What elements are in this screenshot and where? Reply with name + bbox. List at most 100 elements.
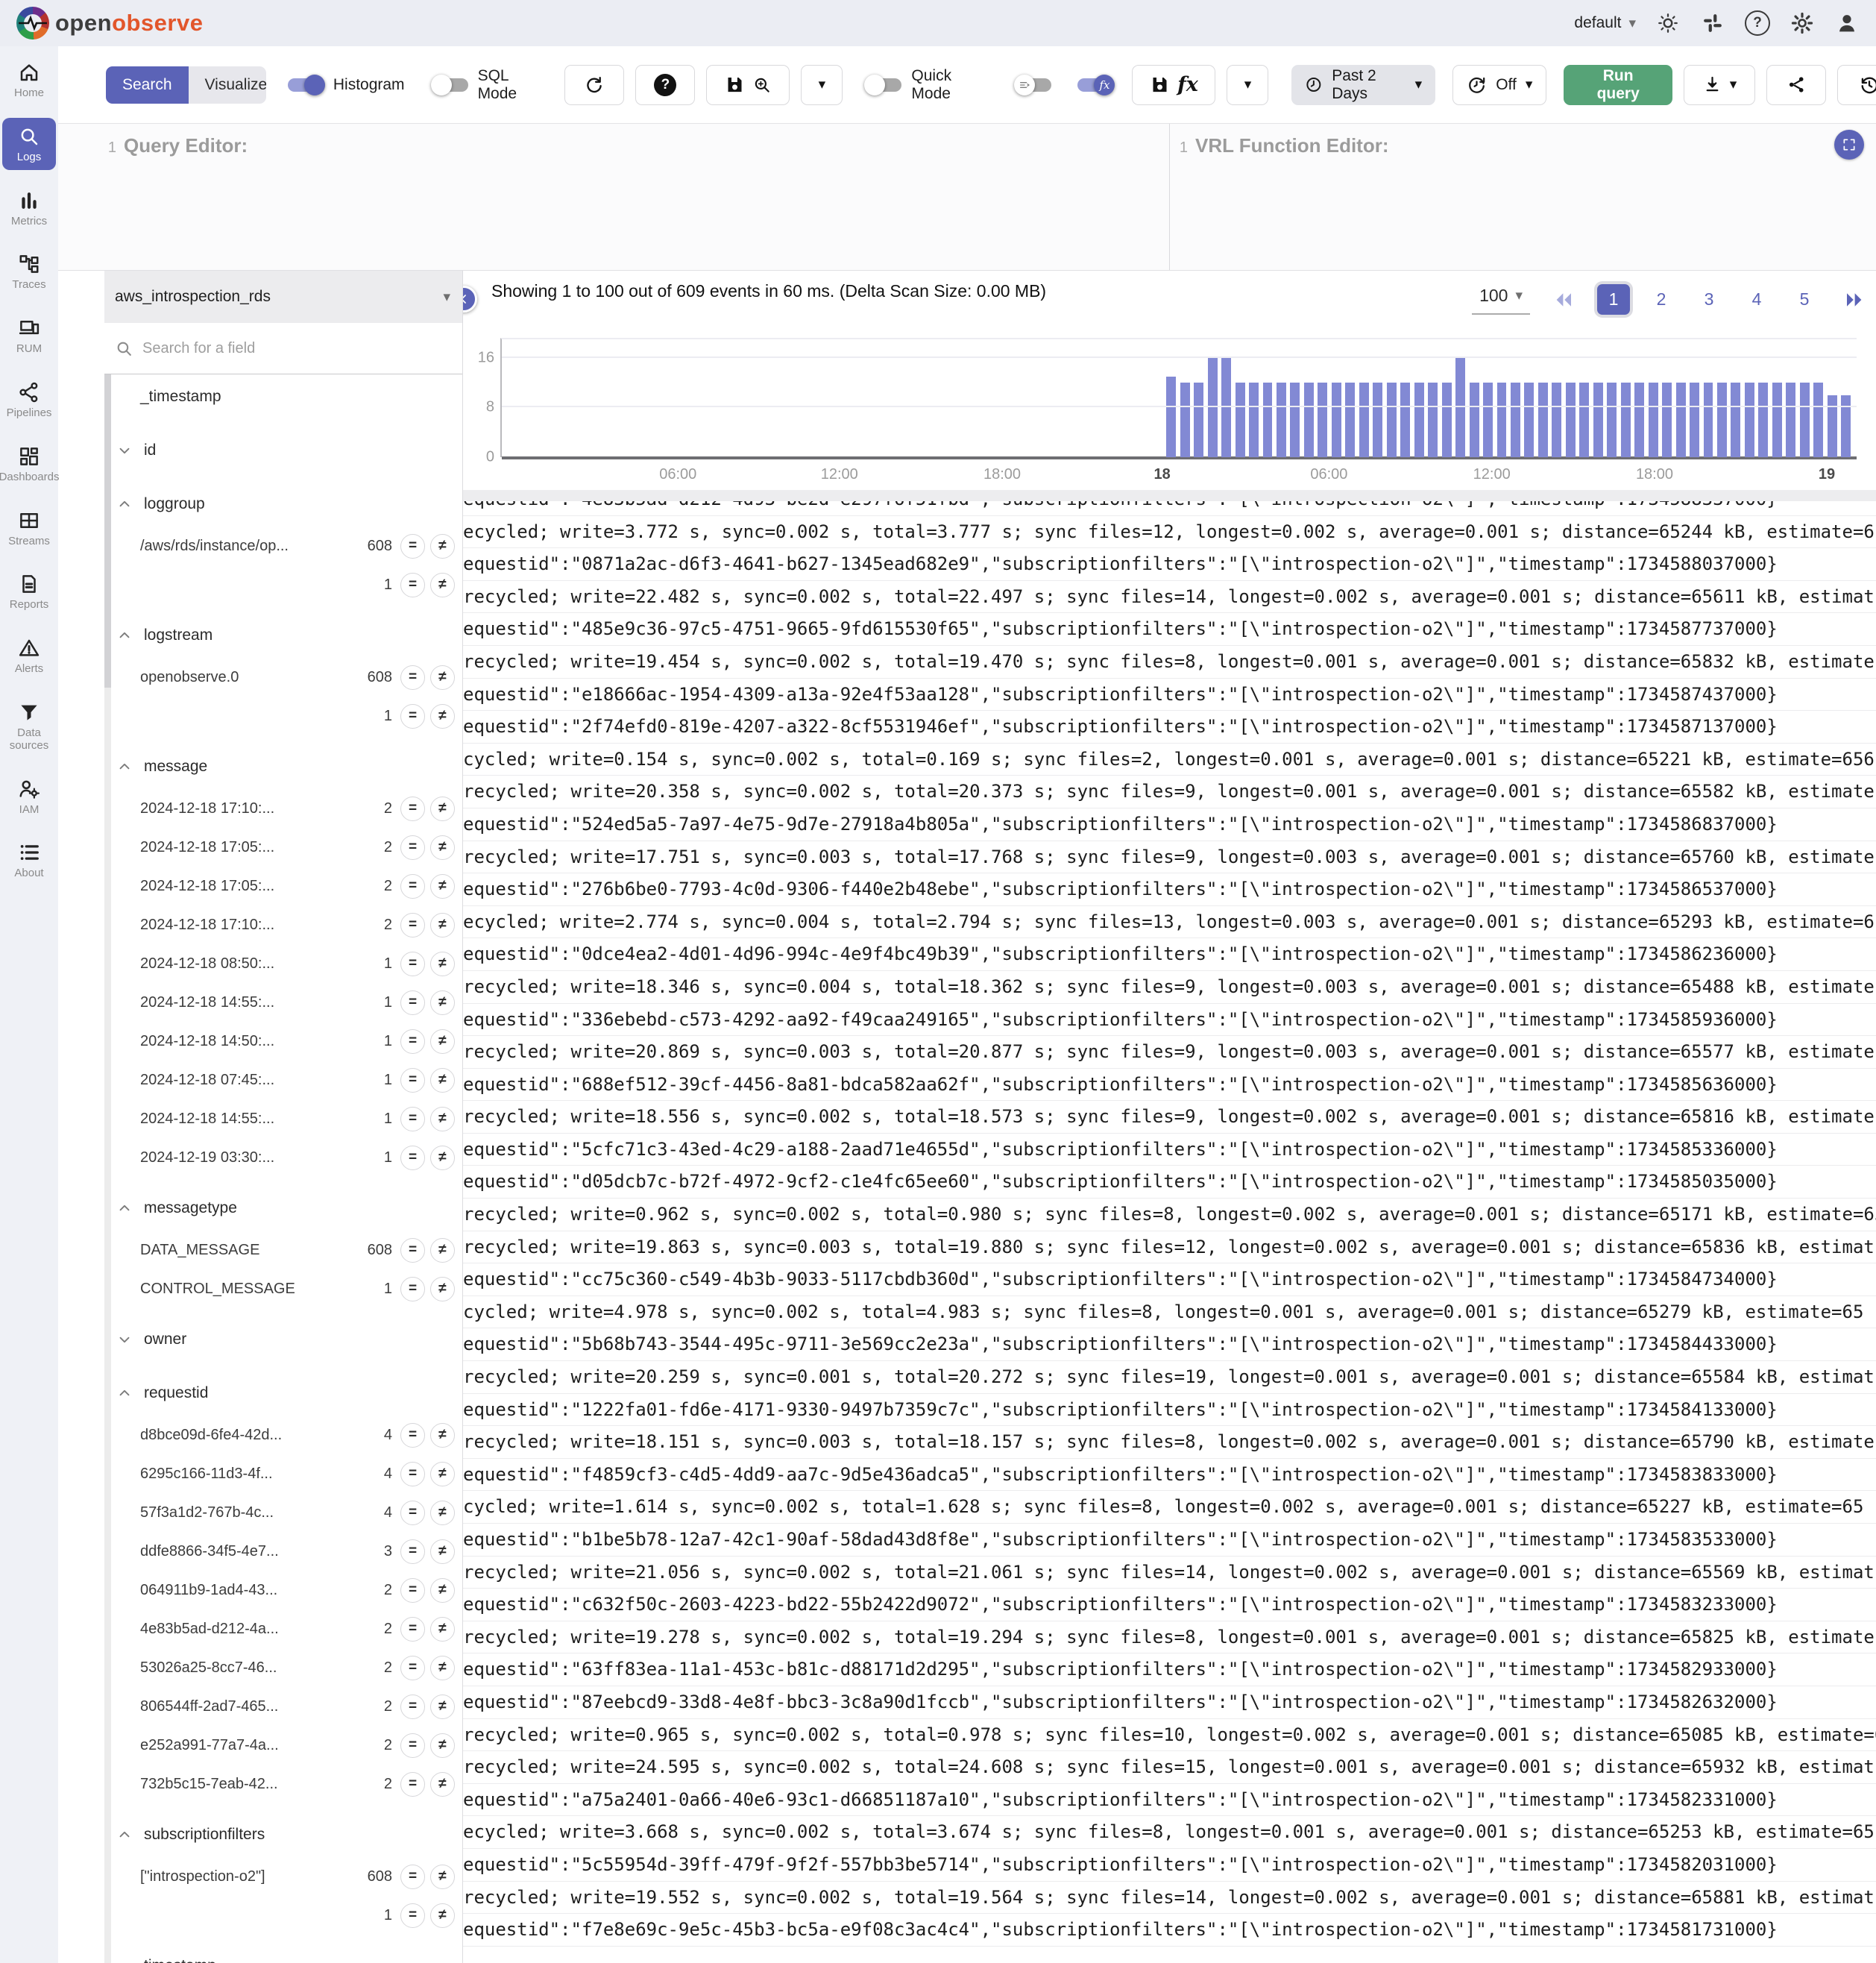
saved-searches-button[interactable] — [706, 65, 790, 105]
exclude-filter-button[interactable]: ≠ — [430, 952, 455, 976]
exclude-filter-button[interactable]: ≠ — [430, 1865, 455, 1889]
log-row[interactable]: cycled; write=0.154 s, sync=0.002 s, tot… — [463, 744, 1876, 776]
log-row[interactable]: recycled; write=20.358 s, sync=0.002 s, … — [463, 776, 1876, 808]
include-filter-button[interactable]: = — [400, 1578, 425, 1603]
exclude-filter-button[interactable]: ≠ — [430, 1772, 455, 1797]
log-horizontal-scrollbar[interactable] — [463, 490, 1876, 501]
field-section-owner[interactable]: owner — [104, 1317, 462, 1362]
page-button-1[interactable]: 1 — [1597, 284, 1630, 315]
field-section-message[interactable]: message — [104, 744, 462, 789]
log-row[interactable]: recycled; write=24.595 s, sync=0.002 s, … — [463, 1751, 1876, 1784]
exclude-filter-button[interactable]: ≠ — [430, 1903, 455, 1928]
include-filter-button[interactable]: = — [400, 913, 425, 937]
reset-query-button[interactable] — [564, 65, 624, 105]
sidebar-item-dashboards[interactable]: Dashboards — [2, 438, 56, 490]
include-filter-button[interactable]: = — [400, 665, 425, 690]
vrl-function-toggle[interactable]: fx — [1077, 78, 1113, 92]
log-row[interactable]: equestid":"b1be5b78-12a7-42c1-90af-58dad… — [463, 1524, 1876, 1557]
log-row[interactable]: ecycled; write=3.668 s, sync=0.002 s, to… — [463, 1816, 1876, 1849]
exclude-filter-button[interactable]: ≠ — [430, 1695, 455, 1719]
exclude-filter-button[interactable]: ≠ — [430, 1617, 455, 1642]
log-row[interactable]: recycled; write=19.552 s, sync=0.002 s, … — [463, 1882, 1876, 1915]
sidebar-item-pipelines[interactable]: Pipelines — [2, 374, 56, 426]
log-row[interactable]: recycled; write=19.454 s, sync=0.002 s, … — [463, 646, 1876, 679]
settings-button[interactable] — [1790, 10, 1815, 36]
log-row[interactable]: ecycled; write=2.774 s, sync=0.004 s, to… — [463, 906, 1876, 939]
include-filter-button[interactable]: = — [400, 1068, 425, 1093]
field-section-loggroup[interactable]: loggroup — [104, 482, 462, 527]
save-function-button[interactable]: fx — [1132, 65, 1215, 105]
first-page-button[interactable] — [1552, 289, 1575, 311]
log-row[interactable]: equestid":"e18666ac-1954-4309-a13a-92e4f… — [463, 679, 1876, 712]
include-filter-button[interactable]: = — [400, 1277, 425, 1301]
log-row[interactable]: equestid":"276b6be0-7793-4c0d-9306-f440e… — [463, 873, 1876, 906]
fields-scrollbar[interactable] — [104, 374, 111, 1963]
include-filter-button[interactable]: = — [400, 874, 425, 899]
syntax-help-button[interactable]: ? — [635, 65, 695, 105]
quick-mode-toggle[interactable] — [866, 78, 901, 92]
exclude-filter-button[interactable]: ≠ — [430, 1277, 455, 1301]
slack-button[interactable] — [1700, 10, 1725, 36]
log-row[interactable]: recycled; write=19.278 s, sync=0.002 s, … — [463, 1621, 1876, 1654]
exclude-filter-button[interactable]: ≠ — [430, 1146, 455, 1170]
include-filter-button[interactable]: = — [400, 1772, 425, 1797]
share-link-button[interactable] — [1766, 65, 1826, 105]
exclude-filter-button[interactable]: ≠ — [430, 1578, 455, 1603]
include-filter-button[interactable]: = — [400, 704, 425, 729]
log-row[interactable]: recycled; write=20.259 s, sync=0.001 s, … — [463, 1361, 1876, 1394]
include-filter-button[interactable]: = — [400, 1146, 425, 1170]
field-section-logstream[interactable]: logstream — [104, 613, 462, 658]
log-row[interactable]: equestid":"2f74efd0-819e-4207-a322-8cf55… — [463, 711, 1876, 744]
log-row[interactable]: cycled; write=4.978 s, sync=0.002 s, tot… — [463, 1296, 1876, 1329]
field-section-id[interactable]: id — [104, 428, 462, 473]
vrl-function-editor[interactable]: 1 VRL Function Editor: — [1169, 124, 1876, 270]
exclude-filter-button[interactable]: ≠ — [430, 1656, 455, 1680]
histogram-toggle[interactable] — [288, 78, 324, 92]
rows-per-page-select[interactable]: 100 ▾ — [1472, 284, 1530, 315]
run-query-button[interactable]: Run query — [1564, 65, 1672, 105]
sidebar-item-home[interactable]: Home — [2, 54, 56, 106]
log-row[interactable]: equestid":"f4859cf3-c4d5-4dd9-aa7c-9d5e4… — [463, 1459, 1876, 1492]
include-filter-button[interactable]: = — [400, 1423, 425, 1448]
page-button-5[interactable]: 5 — [1788, 284, 1821, 315]
page-button-4[interactable]: 4 — [1740, 284, 1773, 315]
exclude-filter-button[interactable]: ≠ — [430, 913, 455, 937]
include-filter-button[interactable]: = — [400, 1617, 425, 1642]
tab-visualize[interactable]: Visualize — [189, 66, 266, 104]
search-history-button[interactable] — [1837, 65, 1876, 105]
log-row[interactable]: equestid":"0dce4ea2-4d01-4d96-994c-4e9f4… — [463, 938, 1876, 971]
log-row[interactable]: recycled; write=18.151 s, sync=0.003 s, … — [463, 1426, 1876, 1459]
sql-mode-toggle[interactable] — [432, 78, 468, 92]
exclude-filter-button[interactable]: ≠ — [430, 1501, 455, 1525]
log-row[interactable]: equestid":"336ebebd-c573-4292-aa92-f49ca… — [463, 1004, 1876, 1037]
include-filter-button[interactable]: = — [400, 1695, 425, 1719]
exclude-filter-button[interactable]: ≠ — [430, 1107, 455, 1131]
theme-toggle-button[interactable] — [1655, 10, 1681, 36]
refresh-interval-picker[interactable]: Off ▾ — [1452, 65, 1546, 105]
log-row[interactable]: recycled; write=20.869 s, sync=0.003 s, … — [463, 1036, 1876, 1069]
field-section-requestid[interactable]: requestid — [104, 1371, 462, 1416]
exclude-filter-button[interactable]: ≠ — [430, 1068, 455, 1093]
tab-search[interactable]: Search — [106, 66, 189, 104]
saved-functions-dropdown[interactable]: ▾ — [1227, 65, 1268, 105]
log-row[interactable]: recycled; write=21.056 s, sync=0.002 s, … — [463, 1557, 1876, 1589]
exclude-filter-button[interactable]: ≠ — [430, 704, 455, 729]
exclude-filter-button[interactable]: ≠ — [430, 573, 455, 597]
log-row[interactable]: ecycled; write=3.772 s, sync=0.002 s, to… — [463, 516, 1876, 549]
exclude-filter-button[interactable]: ≠ — [430, 1462, 455, 1486]
exclude-filter-button[interactable]: ≠ — [430, 874, 455, 899]
stream-selector[interactable]: aws_introspection_rds ▾ — [104, 271, 462, 323]
log-row[interactable]: equestid":"f7e8e69c-9e5c-45b3-bc5a-e9f08… — [463, 1914, 1876, 1947]
include-filter-button[interactable]: = — [400, 1903, 425, 1928]
log-row[interactable]: equestid":"5b68b743-3544-495c-9711-3e569… — [463, 1328, 1876, 1361]
sidebar-item-data-sources[interactable]: Data sources — [2, 694, 56, 758]
log-row[interactable]: equestid":"5cfc71c3-43ed-4c29-a188-2aad7… — [463, 1134, 1876, 1166]
log-row[interactable]: equestid":"cc75c360-c549-4b3b-9033-5117c… — [463, 1263, 1876, 1296]
saved-searches-dropdown[interactable]: ▾ — [801, 65, 843, 105]
include-filter-button[interactable]: = — [400, 797, 425, 821]
log-row[interactable]: recycled; write=17.751 s, sync=0.003 s, … — [463, 841, 1876, 874]
include-filter-button[interactable]: = — [400, 990, 425, 1015]
sidebar-item-traces[interactable]: Traces — [2, 245, 56, 298]
download-results-button[interactable]: ▾ — [1684, 65, 1755, 105]
sidebar-item-streams[interactable]: Streams — [2, 502, 56, 554]
